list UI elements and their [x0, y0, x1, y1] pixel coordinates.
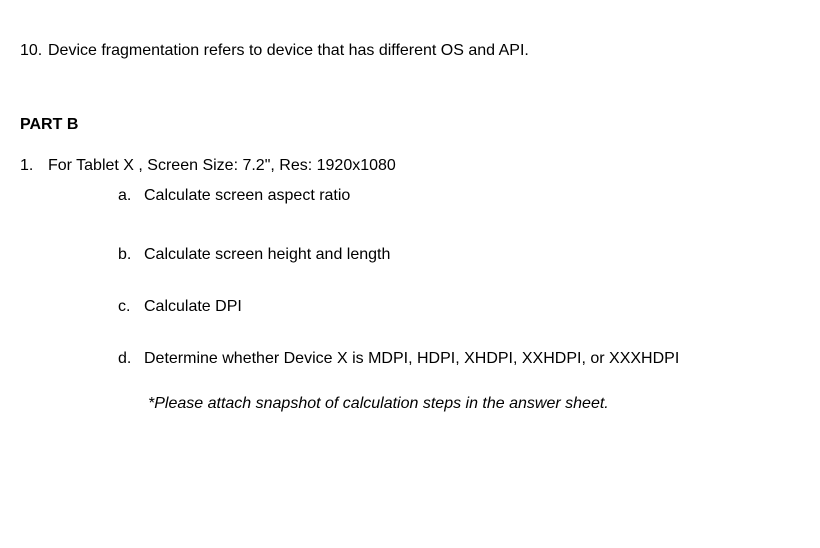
subitem-c-marker: c.: [118, 296, 144, 318]
subitem-a: a.Calculate screen aspect ratio: [118, 185, 800, 207]
q1-number: 1.: [20, 155, 48, 177]
subitem-c-text: Calculate DPI: [144, 298, 242, 315]
subitem-c: c.Calculate DPI: [118, 296, 800, 318]
q1-intro-text: For Tablet X , Screen Size: 7.2", Res: 1…: [48, 157, 396, 174]
subitem-b: b.Calculate screen height and length: [118, 244, 800, 266]
subitem-a-marker: a.: [118, 185, 144, 207]
subitem-b-marker: b.: [118, 244, 144, 266]
q10-text: Device fragmentation refers to device th…: [48, 42, 529, 59]
subitem-d: d.Determine whether Device X is MDPI, HD…: [118, 348, 800, 370]
subitem-d-marker: d.: [118, 348, 144, 370]
subitem-b-text: Calculate screen height and length: [144, 246, 390, 263]
question-1-intro: 1.For Tablet X , Screen Size: 7.2", Res:…: [20, 155, 800, 177]
question-10: 10.Device fragmentation refers to device…: [20, 40, 800, 62]
subitem-d-text: Determine whether Device X is MDPI, HDPI…: [144, 350, 679, 367]
calculation-note: *Please attach snapshot of calculation s…: [148, 393, 800, 415]
subitem-a-text: Calculate screen aspect ratio: [144, 187, 350, 204]
q10-number: 10.: [20, 40, 48, 62]
part-b-heading: PART B: [20, 114, 800, 136]
